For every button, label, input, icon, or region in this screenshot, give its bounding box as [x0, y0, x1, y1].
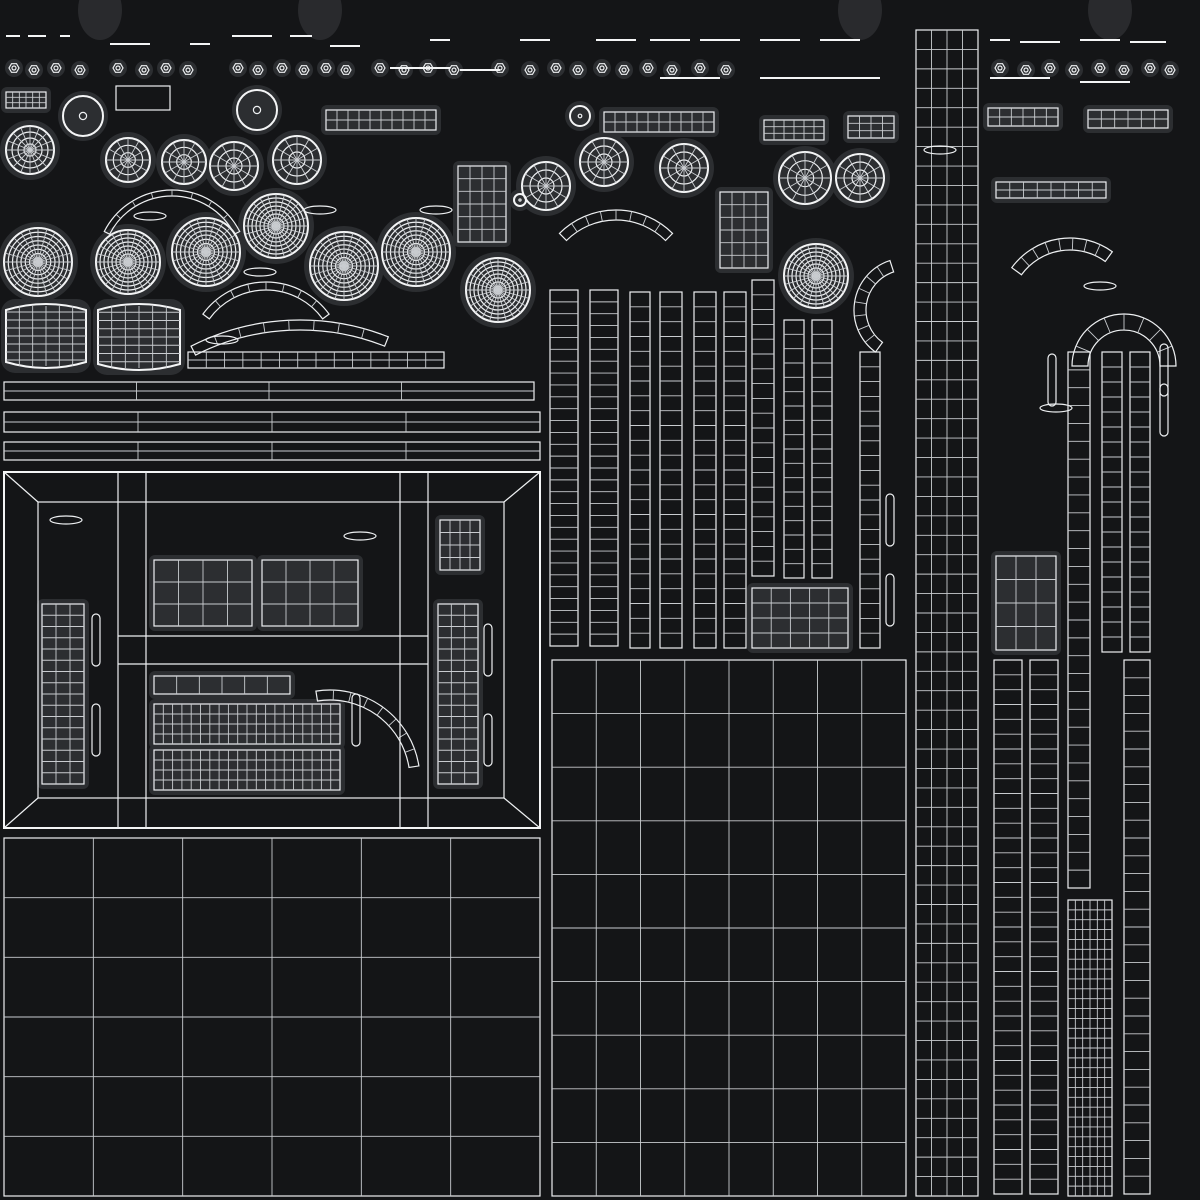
island-halo	[58, 91, 108, 141]
island-halo	[1161, 61, 1179, 79]
uv-island-column	[1129, 351, 1151, 653]
island-halo	[491, 59, 509, 77]
island-halo	[1115, 61, 1133, 79]
island-halo	[717, 61, 735, 79]
uv-island-column	[1101, 351, 1123, 653]
island-halo	[395, 61, 413, 79]
uv-island-disc	[521, 161, 571, 211]
uv-island-disc	[465, 257, 531, 323]
uv-island-tall-strip	[915, 29, 979, 1197]
island-halo	[663, 61, 681, 79]
uv-island-disc	[209, 141, 259, 191]
uv-island-column	[751, 279, 775, 577]
island-halo	[25, 61, 43, 79]
uv-island-disc	[5, 125, 55, 175]
uv-island-disc	[579, 137, 629, 187]
uv-island-disc	[105, 137, 151, 183]
uv-island-column	[859, 351, 881, 649]
island-halo	[179, 61, 197, 79]
island-halo	[1141, 59, 1159, 77]
island-halo	[47, 59, 65, 77]
island-halo	[593, 59, 611, 77]
island-halo	[991, 59, 1009, 77]
island-halo	[337, 61, 355, 79]
uv-island-disc	[783, 243, 849, 309]
uv-island-disc	[95, 229, 161, 295]
island-halo	[1091, 59, 1109, 77]
uv-layout-canvas	[0, 0, 1200, 1200]
island-halo	[615, 61, 633, 79]
island-halo	[639, 59, 657, 77]
uv-island-disc	[659, 143, 709, 193]
uv-island-disc	[835, 153, 885, 203]
island-halo	[521, 61, 539, 79]
uv-island-disc	[3, 227, 73, 297]
island-halo	[1041, 59, 1059, 77]
uv-island-disc	[309, 231, 379, 301]
island-halo	[569, 61, 587, 79]
island-halo	[5, 59, 23, 77]
island-halo	[229, 59, 247, 77]
island-halo	[317, 59, 335, 77]
island-halo	[71, 61, 89, 79]
island-halo	[295, 61, 313, 79]
island-halo	[273, 59, 291, 77]
uv-island-disc	[161, 139, 207, 185]
island-halo	[157, 59, 175, 77]
uv-island-grid	[153, 703, 341, 745]
uv-island-disc	[243, 193, 309, 259]
island-halo	[249, 61, 267, 79]
uv-island-disc	[381, 217, 451, 287]
island-halo	[371, 59, 389, 77]
uv-island-disc	[778, 151, 832, 205]
island-halo	[1017, 61, 1035, 79]
uv-island-grid	[153, 749, 341, 791]
island-halo	[232, 85, 282, 135]
island-halo	[547, 59, 565, 77]
uv-island-disc	[171, 217, 241, 287]
island-halo	[135, 61, 153, 79]
island-halo	[691, 59, 709, 77]
island-halo	[1065, 61, 1083, 79]
island-halo	[109, 59, 127, 77]
uv-island-disc	[272, 135, 322, 185]
